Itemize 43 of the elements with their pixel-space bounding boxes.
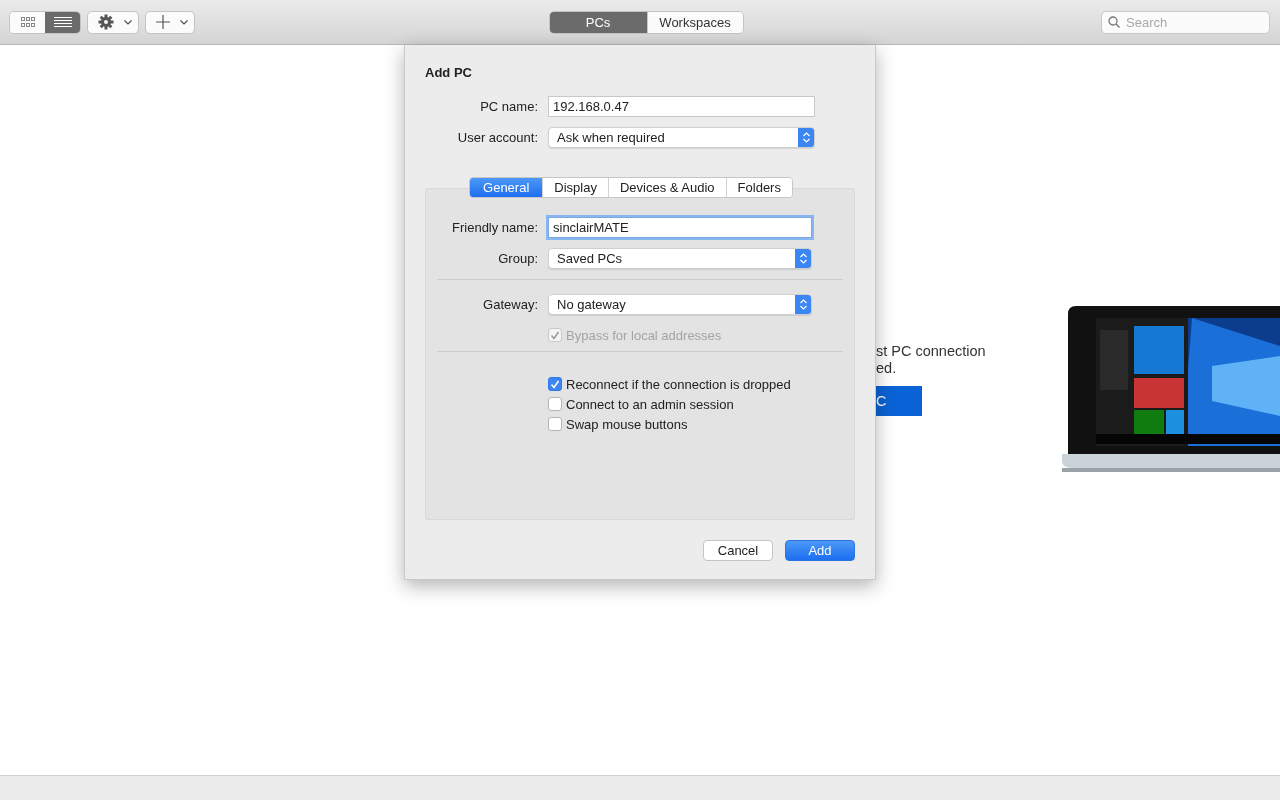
checkbox[interactable] (548, 417, 562, 431)
checkbox[interactable] (548, 377, 562, 391)
chevron-down-icon (124, 19, 132, 25)
list-icon (53, 17, 72, 27)
checkbox-label: Bypass for local addresses (566, 327, 722, 343)
checkbox-label: Connect to an admin session (566, 396, 734, 412)
plus-icon (156, 15, 170, 29)
search-icon (1108, 16, 1120, 28)
list-view-button[interactable] (45, 11, 80, 33)
settings-menu-button[interactable] (87, 10, 139, 34)
segment-tab[interactable]: Workspaces (646, 11, 743, 33)
confirm-button[interactable]: Add (785, 540, 855, 561)
view-switcher[interactable] (9, 10, 81, 34)
checkbox[interactable] (548, 397, 562, 411)
checkbox-label: Swap mouse buttons (566, 416, 688, 432)
stepper-icon (802, 132, 810, 143)
field-label: Friendly name: (451, 220, 539, 235)
add-menu-button[interactable] (145, 10, 195, 34)
message-text: ed. (876, 360, 898, 377)
checkbox-label: Reconnect if the connection is dropped (566, 376, 791, 392)
tab[interactable]: Folders (725, 178, 792, 197)
field-label: PC name: (479, 99, 539, 114)
cancel-button[interactable]: Cancel (703, 540, 773, 561)
friendly-name-field[interactable]: sinclairMATE (548, 217, 812, 238)
group-dropdown[interactable]: Saved PCs (548, 248, 812, 269)
checkmark-icon (550, 379, 560, 389)
checkmark-icon (550, 330, 560, 340)
account-dropdown[interactable]: Ask when required (548, 127, 815, 148)
settings-icon (98, 14, 114, 30)
grid-icon (20, 17, 35, 27)
segment-tab[interactable]: PCs (549, 11, 647, 33)
add-pc-button[interactable]: C (876, 386, 922, 416)
field-label: User account: (456, 130, 539, 145)
tab[interactable]: General (470, 178, 543, 197)
dialog-title: Add PC (425, 65, 472, 80)
field-label: Gateway: (482, 297, 539, 312)
chevron-down-icon (180, 19, 188, 25)
gateway-dropdown[interactable]: No gateway (548, 294, 812, 315)
field-label: Group: (497, 251, 539, 266)
pc-name-field[interactable]: 192.168.0.47 (548, 96, 815, 117)
message-text: st PC connection (876, 343, 987, 360)
stepper-icon (799, 253, 807, 264)
stepper-icon (799, 299, 807, 310)
